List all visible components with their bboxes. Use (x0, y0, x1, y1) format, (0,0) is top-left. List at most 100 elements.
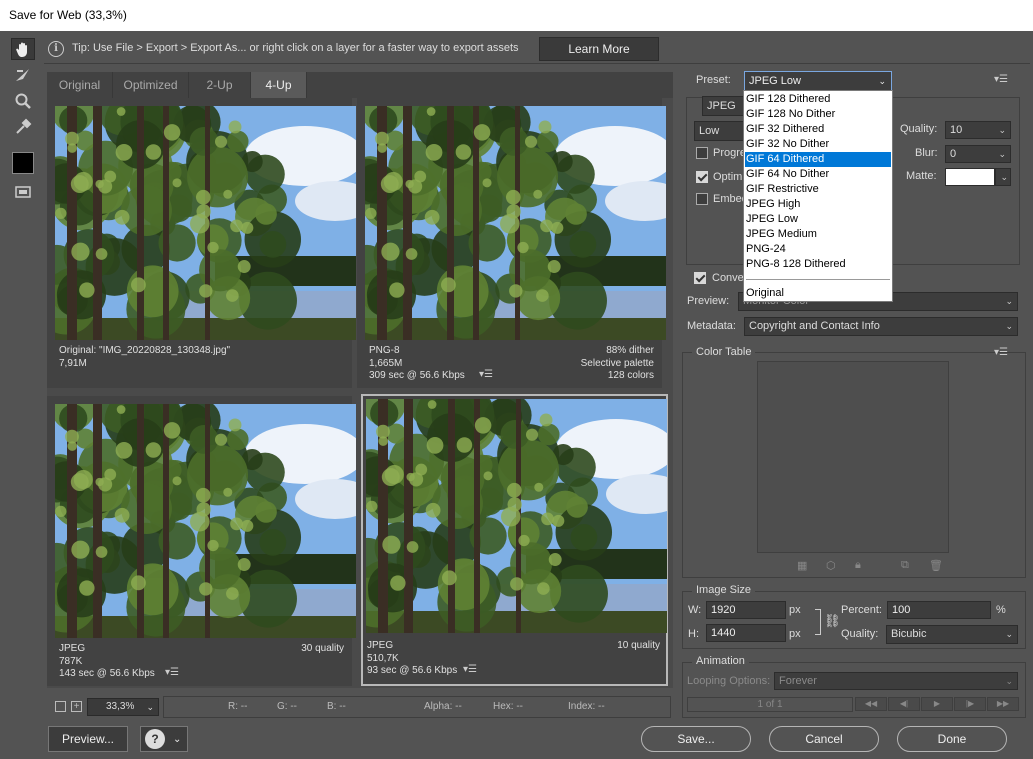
preset-option[interactable]: Original (745, 286, 891, 301)
tab-optimized[interactable]: Optimized (113, 72, 189, 98)
pane-menu-icon[interactable]: ▾☰ (463, 664, 477, 677)
browser-icon: ? (145, 729, 165, 749)
preset-select[interactable]: JPEG Low ⌄ (744, 71, 892, 91)
view-tabs: Original Optimized 2-Up 4-Up (47, 72, 673, 98)
preset-option[interactable]: GIF 128 No Dither (745, 107, 891, 122)
trash-icon[interactable]: 🗑︎ (929, 559, 943, 572)
eyedropper-color-swatch[interactable] (12, 152, 34, 174)
matte-dropdown[interactable]: ⌄ (995, 168, 1011, 186)
b-readout: B: -- (327, 701, 346, 712)
play-icon[interactable]: ▶ (921, 697, 953, 711)
optimize-menu-icon[interactable]: ▾☰ (994, 74, 1008, 85)
last-frame-icon[interactable]: ▶▶ (987, 697, 1019, 711)
info-icon: i (48, 41, 64, 57)
width-value: 1920 (711, 604, 736, 616)
width-field[interactable]: 1920 (706, 601, 786, 619)
convert-srgb-checkbox[interactable] (694, 272, 706, 284)
preview-button[interactable]: Preview... (48, 726, 128, 752)
preset-option[interactable]: GIF 32 No Dither (745, 137, 891, 152)
animation-controls: ◀◀ ◀| ▶ |▶ ▶▶ (855, 697, 1019, 712)
hand-tool-icon[interactable] (11, 38, 35, 60)
height-unit: px (789, 628, 801, 640)
cancel-button[interactable]: Cancel (769, 726, 879, 752)
browser-preview-button[interactable]: ? ⌄ (140, 726, 188, 752)
previous-frame-icon[interactable]: ◀| (888, 697, 920, 711)
color-table-menu-icon[interactable]: ▾☰ (994, 347, 1008, 358)
preview-image (365, 106, 666, 340)
image-size-title: Image Size (692, 584, 756, 596)
preset-option[interactable]: GIF Restrictive (745, 182, 891, 197)
metadata-select[interactable]: Copyright and Contact Info ⌄ (744, 317, 1018, 336)
format-select[interactable]: JPEG (702, 96, 744, 116)
width-unit: px (789, 604, 801, 616)
matte-swatch[interactable] (945, 168, 995, 186)
percent-value: 100 (892, 604, 911, 616)
preset-option[interactable]: PNG-24 (745, 242, 891, 257)
percent-label: Percent: (841, 604, 882, 616)
preset-option[interactable]: PNG-8 128 Dithered (745, 257, 891, 272)
hex-readout: Hex: -- (493, 701, 523, 712)
info-line: 787K (59, 655, 83, 667)
tab-original[interactable]: Original (47, 72, 113, 98)
quality-field[interactable]: 10 ⌄ (945, 121, 1011, 139)
chevron-down-icon[interactable]: ⌄ (173, 734, 181, 745)
zoom-out-icon[interactable] (55, 701, 66, 712)
info-line: 88% dither (606, 345, 654, 356)
preset-option[interactable]: GIF 128 Dithered (745, 92, 891, 107)
preset-option[interactable]: GIF 32 Dithered (745, 122, 891, 137)
pane-menu-icon[interactable]: ▾☰ (479, 369, 493, 382)
done-button[interactable]: Done (897, 726, 1007, 752)
new-color-icon[interactable]: ⧉ (901, 559, 909, 572)
progressive-checkbox[interactable] (696, 147, 708, 159)
zoom-in-icon[interactable]: + (71, 701, 82, 712)
eyedropper-tool-icon[interactable] (11, 116, 35, 138)
optimized-checkbox[interactable] (696, 171, 708, 183)
tab-4-up[interactable]: 4-Up (251, 72, 307, 98)
matte-label: Matte: (906, 170, 937, 182)
info-line: 128 colors (607, 370, 654, 381)
lock-color-icon[interactable]: 🔒︎ (855, 559, 861, 572)
map-transparent-icon[interactable]: ▦ (797, 559, 807, 572)
preview-pane-original[interactable]: Original: "IMG_20220828_130348.jpg" 7,91… (47, 98, 356, 388)
preview-label: Preview: (687, 295, 730, 307)
preset-option[interactable]: GIF 64 No Dither (745, 167, 891, 182)
quality-label: Quality: (900, 123, 938, 135)
next-frame-icon[interactable]: |▶ (954, 697, 986, 711)
preset-option[interactable]: JPEG High (745, 197, 891, 212)
dropdown-separator (746, 279, 890, 280)
blur-field[interactable]: 0 ⌄ (945, 145, 1011, 163)
g-readout: G: -- (277, 701, 297, 712)
toggle-slices-icon[interactable] (11, 181, 35, 203)
r-readout: R: -- (228, 701, 248, 712)
link-icon[interactable]: ⛓︎ (824, 613, 841, 629)
chevron-down-icon: ⌄ (998, 125, 1006, 135)
embed-profile-checkbox[interactable] (696, 193, 708, 205)
height-label: H: (688, 628, 699, 640)
looping-select[interactable]: Forever ⌄ (774, 672, 1018, 690)
first-frame-icon[interactable]: ◀◀ (855, 697, 887, 711)
web-shift-icon[interactable]: ⬡ (826, 559, 836, 572)
preset-option[interactable]: GIF 64 Dithered (745, 152, 891, 167)
preview-pane-png8[interactable]: PNG-8 1,665M 309 sec @ 56.6 Kbps 88% dit… (357, 98, 666, 388)
preview-pane-jpeg-30[interactable]: JPEG 787K 143 sec @ 56.6 Kbps 30 quality… (47, 396, 356, 686)
percent-field[interactable]: 100 (887, 601, 991, 619)
resample-quality-select[interactable]: Bicubic ⌄ (886, 625, 1018, 644)
quality-level-value: Low (699, 125, 720, 137)
height-field[interactable]: 1440 (706, 624, 786, 642)
slice-select-tool-icon[interactable] (11, 64, 35, 86)
percent-unit: % (996, 604, 1006, 616)
pane-menu-icon[interactable]: ▾☰ (165, 667, 179, 680)
zoom-select[interactable]: 33,3% ⌄ (87, 698, 159, 716)
preview-pane-jpeg-10[interactable]: JPEG 510,7K 93 sec @ 56.6 Kbps 10 qualit… (361, 394, 668, 686)
info-line: Selective palette (580, 357, 654, 369)
quality-value: 10 (950, 124, 963, 136)
color-table-title: Color Table (692, 346, 756, 358)
quality-level-select[interactable]: Low (694, 121, 744, 141)
learn-more-button[interactable]: Learn More (539, 37, 659, 61)
zoom-tool-icon[interactable] (11, 90, 35, 112)
preset-option[interactable]: JPEG Medium (745, 227, 891, 242)
save-button[interactable]: Save... (641, 726, 751, 752)
looping-label: Looping Options: (687, 675, 771, 687)
preset-option[interactable]: JPEG Low (745, 212, 891, 227)
tab-2-up[interactable]: 2-Up (189, 72, 251, 98)
